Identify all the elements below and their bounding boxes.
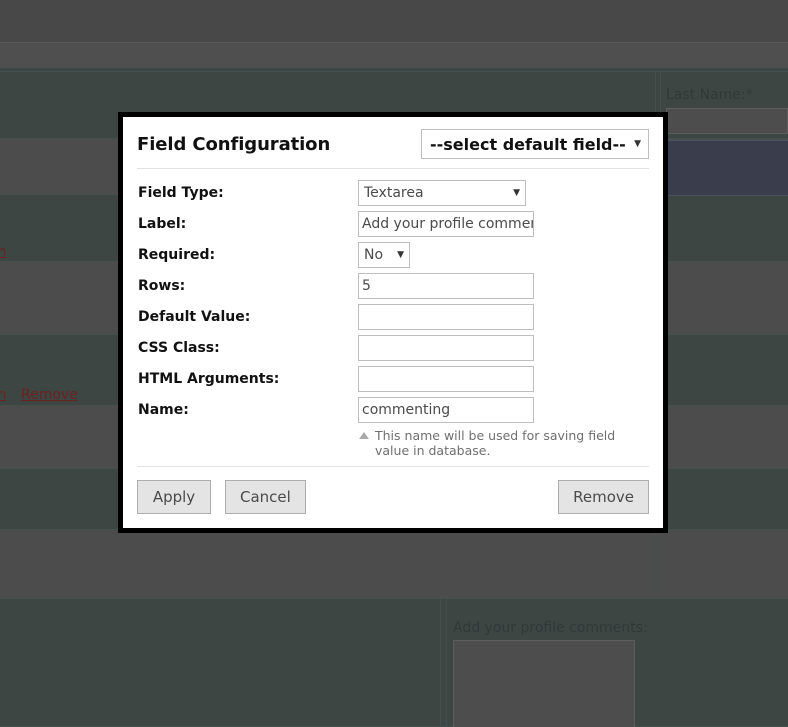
field-type-select-value: Textarea bbox=[364, 185, 424, 201]
default-value-label: Default Value: bbox=[138, 309, 251, 325]
default-field-select[interactable]: --select default field-- ▼ bbox=[421, 129, 649, 159]
name-hint: This name will be used for saving field … bbox=[357, 428, 647, 458]
background-remove-link[interactable]: Remove bbox=[21, 387, 78, 403]
required-label: Required: bbox=[138, 247, 216, 263]
form-row-name: Name: commenting bbox=[137, 395, 649, 425]
form-row-label: Label: Add your profile comments: bbox=[137, 209, 649, 239]
form-row-css-class: CSS Class: bbox=[137, 333, 649, 363]
default-field-select-value: --select default field-- bbox=[430, 134, 626, 154]
required-select-value: No bbox=[364, 247, 384, 263]
remove-button[interactable]: Remove bbox=[558, 480, 649, 514]
name-label: Name: bbox=[138, 402, 189, 418]
hint-spacer bbox=[137, 428, 357, 458]
field-configuration-dialog: Field Configuration --select default fie… bbox=[118, 112, 668, 533]
html-arguments-input[interactable] bbox=[358, 366, 534, 392]
default-value-input[interactable] bbox=[358, 304, 534, 330]
dialog-footer: Apply Cancel Remove bbox=[137, 466, 649, 518]
label-label: Label: bbox=[138, 216, 187, 232]
form-row-rows: Rows: 5 bbox=[137, 271, 649, 301]
background-edit-link[interactable]: rn bbox=[0, 387, 6, 403]
field-type-label: Field Type: bbox=[138, 185, 224, 201]
chevron-down-icon: ▼ bbox=[513, 187, 520, 198]
background-top-band bbox=[0, 0, 788, 42]
rows-input[interactable]: 5 bbox=[358, 273, 534, 299]
background-toolbar-band bbox=[0, 43, 788, 68]
css-class-label: CSS Class: bbox=[138, 340, 220, 356]
background-last-name-input[interactable] bbox=[666, 108, 788, 134]
html-arguments-label: HTML Arguments: bbox=[138, 371, 280, 387]
cancel-button[interactable]: Cancel bbox=[225, 480, 306, 514]
form-row-default-value: Default Value: bbox=[137, 302, 649, 332]
background-last-name-label: Last Name:* bbox=[666, 87, 753, 103]
css-class-input[interactable] bbox=[358, 335, 534, 361]
field-configuration-form: Field Type: Textarea ▼ Label: Add your p… bbox=[137, 169, 649, 458]
background-edit-link[interactable]: rn bbox=[0, 244, 6, 260]
chevron-down-icon: ▼ bbox=[634, 138, 641, 149]
form-row-html-arguments: HTML Arguments: bbox=[137, 364, 649, 394]
background-comments-label: Add your profile comments: bbox=[453, 620, 648, 636]
background-comments-textarea[interactable] bbox=[453, 640, 635, 727]
name-hint-text: This name will be used for saving field … bbox=[375, 428, 616, 458]
field-type-select[interactable]: Textarea ▼ bbox=[358, 180, 526, 206]
label-input[interactable]: Add your profile comments: bbox=[358, 211, 534, 237]
apply-button[interactable]: Apply bbox=[137, 480, 211, 514]
background-column-divider bbox=[440, 598, 441, 727]
dialog-header: Field Configuration --select default fie… bbox=[137, 129, 649, 169]
background-table-row bbox=[0, 598, 788, 727]
background-table-row bbox=[0, 530, 788, 598]
rows-label: Rows: bbox=[138, 278, 186, 294]
required-select[interactable]: No ▼ bbox=[358, 242, 410, 268]
form-row-required: Required: No ▼ bbox=[137, 240, 649, 270]
name-input[interactable]: commenting bbox=[358, 397, 534, 423]
triangle-up-icon bbox=[359, 432, 369, 439]
name-hint-row: This name will be used for saving field … bbox=[137, 428, 649, 458]
background-column-divider bbox=[446, 598, 447, 727]
form-row-field-type: Field Type: Textarea ▼ bbox=[137, 178, 649, 208]
background-selected-row bbox=[660, 140, 788, 196]
dialog-title: Field Configuration bbox=[137, 133, 331, 155]
chevron-down-icon: ▼ bbox=[397, 249, 404, 260]
